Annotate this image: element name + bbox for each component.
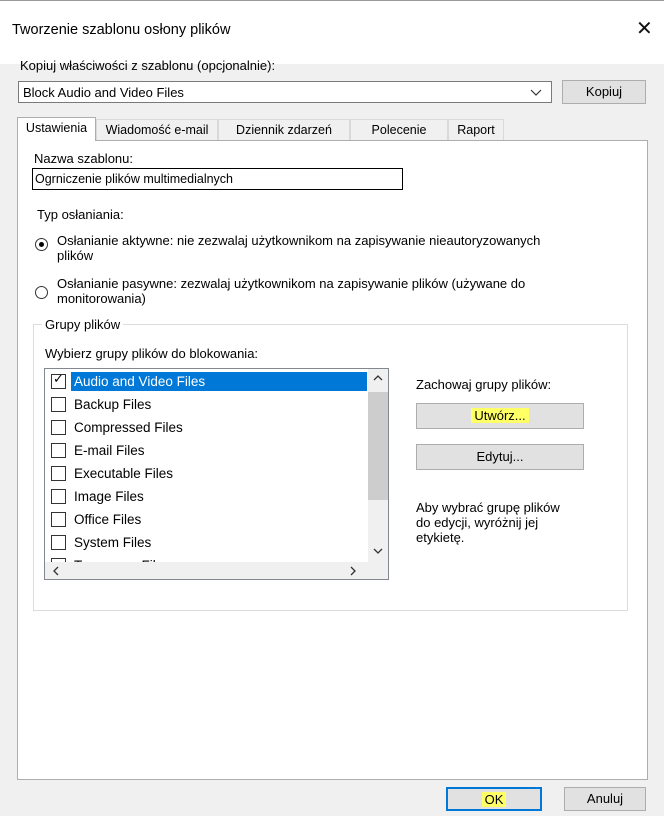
tab-ustawienia[interactable]: Ustawienia xyxy=(17,117,96,141)
title-bar: Tworzenie szablonu osłony plików ✕ xyxy=(0,0,664,64)
item-checkbox[interactable] xyxy=(51,512,66,527)
list-item-label: Compressed Files xyxy=(74,420,183,435)
copy-button[interactable]: Kopiuj xyxy=(562,80,646,104)
create-button-label: Utwórz... xyxy=(471,408,529,423)
item-checkbox[interactable] xyxy=(51,466,66,481)
create-file-group-button[interactable]: Utwórz... xyxy=(416,403,584,429)
file-groups-title: Grupy plików xyxy=(42,317,124,332)
scroll-down-icon[interactable] xyxy=(373,545,383,560)
list-item[interactable]: E-mail Files xyxy=(45,439,367,462)
list-item-label: E-mail Files xyxy=(74,443,145,458)
hint-line: etykietę. xyxy=(416,530,465,545)
tab-raport[interactable]: Raport xyxy=(448,119,504,140)
list-item-label: Executable Files xyxy=(74,466,174,481)
item-checkbox[interactable] xyxy=(51,397,66,412)
radio-selected-dot xyxy=(39,242,44,247)
ok-button-label: OK xyxy=(481,792,507,807)
list-item[interactable]: Image Files xyxy=(45,485,367,508)
active-screening-radio[interactable] xyxy=(35,238,48,251)
checkmark-icon: ✓ xyxy=(53,372,64,387)
horizontal-scrollbar[interactable] xyxy=(45,562,388,579)
list-item[interactable]: Executable Files xyxy=(45,462,367,485)
list-item[interactable]: Compressed Files xyxy=(45,416,367,439)
item-checkbox[interactable] xyxy=(51,443,66,458)
tab-wiadomosc-email[interactable]: Wiadomość e-mail xyxy=(96,119,218,140)
copy-template-label: Kopiuj właściwości z szablonu (opcjonaln… xyxy=(20,58,276,73)
hint-line: do edycji, wyróżnij jej xyxy=(416,515,539,530)
passive-screening-radio[interactable] xyxy=(35,286,48,299)
template-dropdown-value: Block Audio and Video Files xyxy=(23,85,184,100)
ok-button[interactable]: OK xyxy=(446,787,542,811)
item-checkbox[interactable]: ✓ xyxy=(51,372,66,389)
scroll-right-icon[interactable] xyxy=(348,565,358,579)
top-border xyxy=(0,0,664,1)
tab-polecenie[interactable]: Polecenie xyxy=(350,119,448,140)
hint-line: Aby wybrać grupę plików xyxy=(416,500,560,515)
template-name-input[interactable]: Ogrniczenie plików multimedialnych xyxy=(32,168,403,190)
tab-dziennik-zdarzen[interactable]: Dziennik zdarzeń xyxy=(218,119,350,140)
list-item-label: Image Files xyxy=(74,489,144,504)
item-checkbox[interactable] xyxy=(51,535,66,550)
cancel-button[interactable]: Anuluj xyxy=(564,787,646,811)
chevron-down-icon[interactable] xyxy=(530,84,542,103)
item-checkbox[interactable] xyxy=(51,489,66,504)
list-item-label: System Files xyxy=(74,535,152,550)
scroll-left-icon[interactable] xyxy=(51,565,61,579)
select-groups-label: Wybierz grupy plików do blokowania: xyxy=(45,346,259,361)
edit-file-group-button[interactable]: Edytuj... xyxy=(416,444,584,470)
list-item-label: Audio and Video Files xyxy=(71,372,367,391)
window-title: Tworzenie szablonu osłony plików xyxy=(12,22,231,38)
close-icon[interactable]: ✕ xyxy=(636,16,653,40)
list-item-label: Backup Files xyxy=(74,397,152,412)
active-screening-label[interactable]: Osłanianie aktywne: nie zezwalaj użytkow… xyxy=(57,233,540,263)
passive-screening-line1: Osłanianie pasywne: zezwalaj użytkowniko… xyxy=(57,276,526,291)
edit-hint-text: Aby wybrać grupę plików do edycji, wyróż… xyxy=(416,500,560,545)
list-item[interactable]: ✓ Audio and Video Files xyxy=(45,370,367,393)
template-dropdown[interactable]: Block Audio and Video Files xyxy=(18,81,552,103)
vertical-scroll-thumb[interactable] xyxy=(368,392,388,500)
list-item[interactable]: Backup Files xyxy=(45,393,367,416)
list-item[interactable]: System Files xyxy=(45,531,367,554)
scroll-up-icon[interactable] xyxy=(373,372,383,387)
passive-screening-line2: monitorowania) xyxy=(57,291,146,306)
list-item-label: Office Files xyxy=(74,512,142,527)
file-groups-list[interactable]: ✓ Audio and Video Files Backup Files Com… xyxy=(44,368,389,580)
active-screening-line1: Osłanianie aktywne: nie zezwalaj użytkow… xyxy=(57,233,541,248)
passive-screening-label[interactable]: Osłanianie pasywne: zezwalaj użytkowniko… xyxy=(57,276,525,306)
list-item[interactable]: Office Files xyxy=(45,508,367,531)
maintain-groups-label: Zachowaj grupy plików: xyxy=(416,377,552,392)
template-name-label: Nazwa szablonu: xyxy=(34,151,133,166)
item-checkbox[interactable] xyxy=(51,420,66,435)
screening-type-label: Typ osłaniania: xyxy=(37,207,124,222)
active-screening-line2: plików xyxy=(57,248,94,263)
